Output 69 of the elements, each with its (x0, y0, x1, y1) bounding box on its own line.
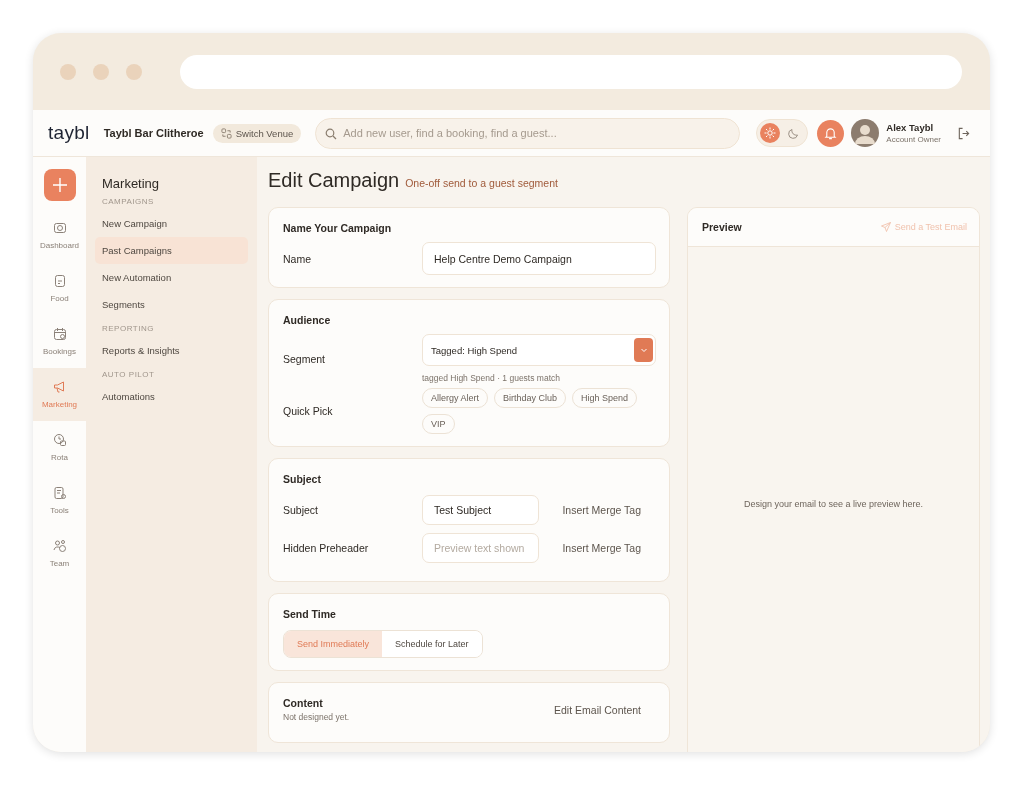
add-button[interactable] (43, 169, 76, 201)
merge-tag-link[interactable]: Insert Merge Tag (562, 542, 656, 554)
venue-name: Taybl Bar Clitheroe (103, 127, 204, 139)
content-status: Not designed yet. (283, 712, 350, 722)
send-icon (880, 222, 891, 232)
merge-tag-link[interactable]: Insert Merge Tag (562, 504, 656, 516)
rail-item[interactable]: Dashboard (33, 209, 86, 262)
page-title: Edit Campaign (268, 169, 400, 192)
rail-item[interactable]: Team (33, 527, 86, 580)
edit-content-link[interactable]: Edit Email Content (554, 703, 656, 716)
window-dot (126, 63, 142, 80)
menu-item[interactable]: Segments (95, 291, 248, 318)
section-title: Marketing (101, 176, 161, 191)
menu-item[interactable]: New Campaign (95, 210, 248, 237)
field-label: Hidden Preheader (283, 542, 370, 554)
tag-chip[interactable]: Birthday Club (494, 388, 567, 408)
field-label: Quick Pick (283, 405, 334, 417)
group-heading: CAMPAIGNS (101, 197, 155, 206)
rail-item[interactable]: Tools (33, 474, 86, 527)
input-field[interactable]: Test Subject (422, 495, 539, 525)
search-field[interactable]: Add new user, find a booking, find a guest... (315, 117, 741, 149)
card-title: Subject (283, 473, 322, 485)
tag-chip[interactable]: Allergy Alert (422, 388, 489, 408)
logo[interactable]: taybl (48, 122, 90, 144)
rail-item[interactable]: Rota (33, 421, 86, 474)
team-icon (52, 539, 67, 553)
tag-chip[interactable]: VIP (422, 414, 455, 434)
rail-item[interactable]: Food (33, 262, 86, 315)
dropdown-button[interactable] (634, 338, 653, 362)
segment-hint: tagged High Spend · 1 guests match (422, 373, 561, 383)
theme-toggle[interactable] (756, 119, 809, 147)
empty-preview-message: Design your email to see a live preview here. (743, 499, 924, 511)
input-field[interactable]: Help Centre Demo Campaign (422, 242, 656, 275)
card-title: Content (283, 697, 324, 709)
logout-icon[interactable] (957, 126, 970, 140)
rail-item[interactable]: Bookings (33, 315, 86, 368)
marketing-icon (52, 380, 67, 394)
field-label: Segment (283, 352, 327, 365)
caret-icon (639, 346, 648, 354)
card-title: Audience (283, 314, 332, 326)
menu-item[interactable]: New Automation (95, 264, 248, 291)
bell-icon (824, 126, 838, 140)
panel-title: Preview (702, 221, 743, 233)
window-dot (93, 63, 109, 80)
notification-bell-button[interactable] (817, 119, 845, 147)
menu-item[interactable]: Reports & Insights (95, 337, 248, 364)
switch-venue-button[interactable]: Switch Venue (212, 123, 302, 143)
window-dot (60, 63, 76, 80)
page-subtitle: One-off send to a guest segment (405, 177, 558, 189)
field-label: Name (283, 252, 312, 265)
avatar[interactable] (851, 119, 880, 147)
card-title: Name Your Campaign (283, 222, 393, 234)
user-role: Account Owner (886, 135, 941, 144)
menu-item[interactable]: Past Campaigns (95, 237, 248, 264)
card-title: Send Time (283, 608, 337, 620)
input-field[interactable]: Preview text shown (422, 533, 539, 563)
user-name: Alex Taybl (886, 122, 935, 133)
segment-dropdown[interactable]: Tagged: High Spend (422, 334, 656, 366)
tag-chip[interactable]: High Spend (572, 388, 638, 408)
search-icon (325, 127, 338, 140)
segmented-option[interactable]: Schedule for Later (382, 631, 482, 657)
menu-item[interactable]: Automations (95, 383, 248, 410)
switch-icon (220, 127, 232, 139)
group-heading: AUTO PILOT (101, 370, 156, 379)
bookings-icon (52, 327, 67, 341)
field-label: Subject (283, 504, 320, 516)
plus-icon (51, 177, 68, 193)
group-heading: REPORTING (101, 324, 155, 333)
sun-icon[interactable] (760, 123, 781, 143)
